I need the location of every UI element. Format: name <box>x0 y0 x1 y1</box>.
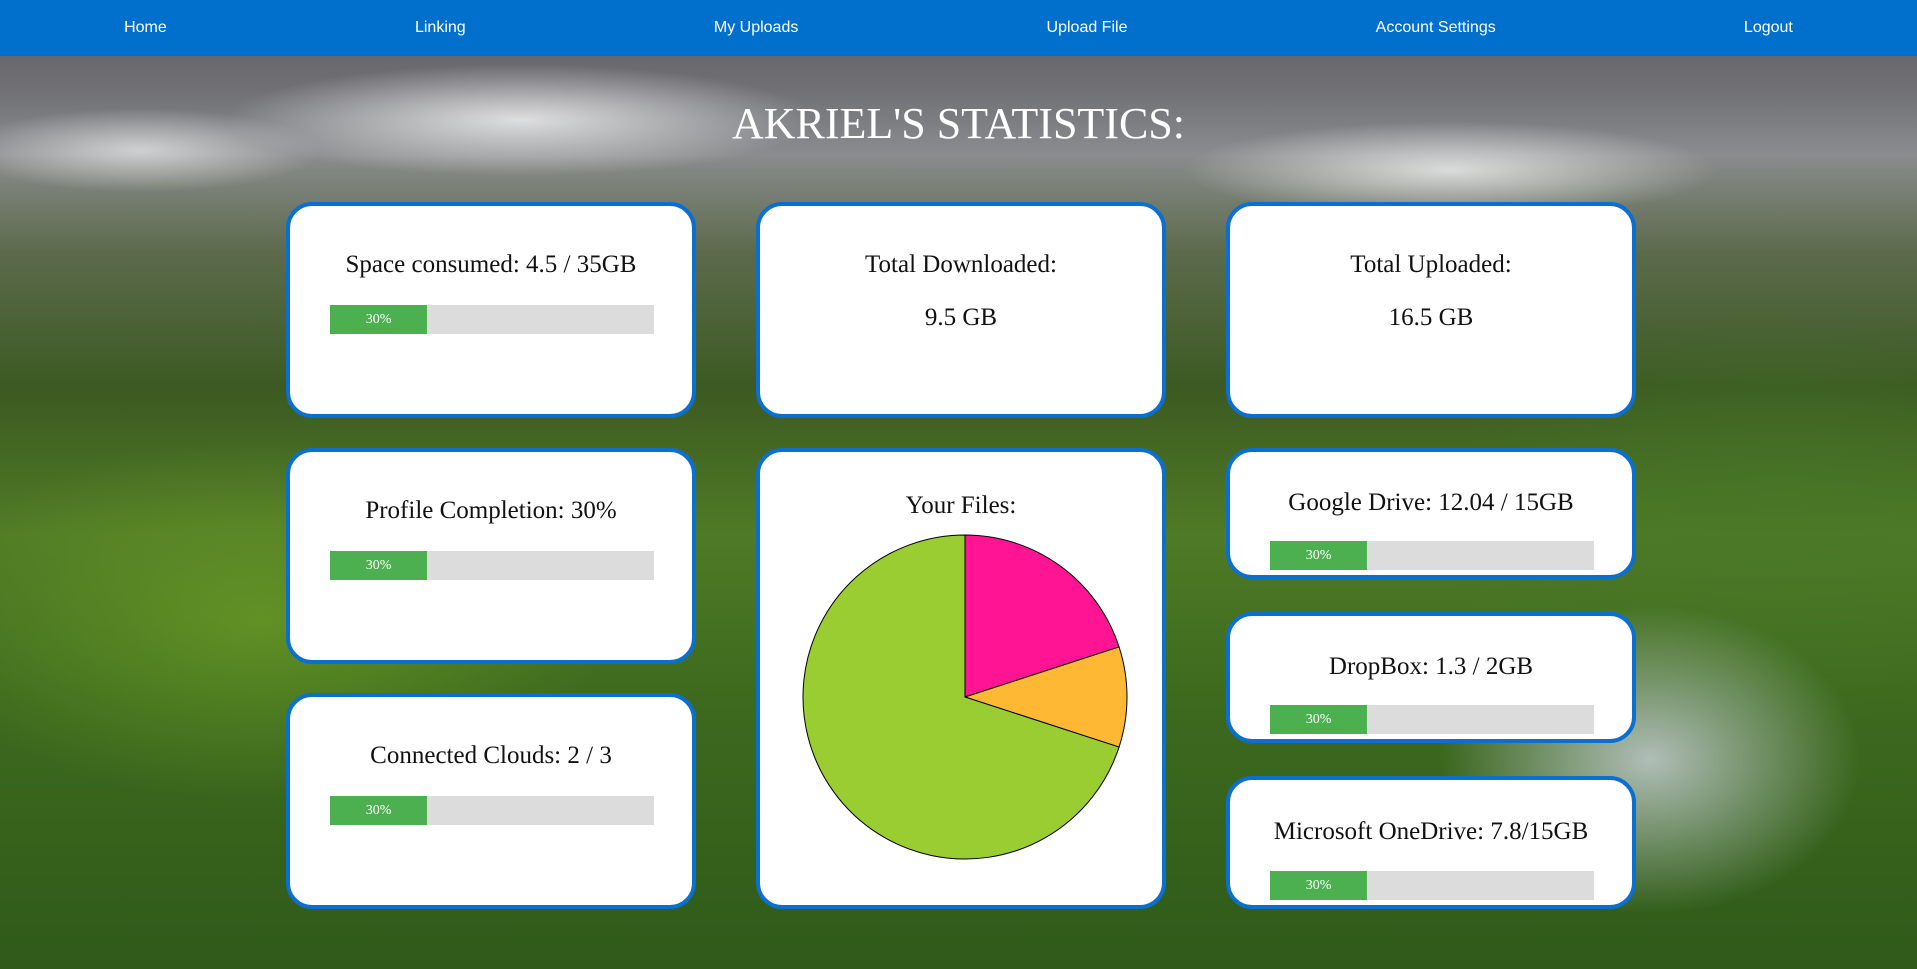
nav-home-link[interactable]: Home <box>124 19 167 37</box>
connected-clouds-progress-bar: 30% <box>330 796 654 825</box>
page-title: AKRIEL'S STATISTICS: <box>732 99 1185 148</box>
files-pie-chart <box>802 534 1128 860</box>
google-drive-label: Google Drive: 12.04 / 15GB <box>1288 489 1574 516</box>
connected-clouds-label: Connected Clouds: 2 / 3 <box>370 742 612 769</box>
google-drive-card: Google Drive: 12.04 / 15GB 30% <box>1226 448 1636 579</box>
total-uploaded-card: Total Uploaded: 16.5 GB <box>1226 202 1636 418</box>
profile-completion-progress-fill: 30% <box>330 551 428 580</box>
total-downloaded-value: 9.5 GB <box>924 304 998 331</box>
connected-clouds-progress-fill: 30% <box>330 796 428 825</box>
dropbox-progress-bar: 30% <box>1270 705 1594 734</box>
onedrive-progress-fill: 30% <box>1270 871 1368 900</box>
nav-logout-link[interactable]: Logout <box>1744 19 1793 37</box>
nav-account-settings-link[interactable]: Account Settings <box>1376 19 1496 37</box>
total-downloaded-label: Total Downloaded: <box>865 251 1057 278</box>
total-downloaded-card: Total Downloaded: 9.5 GB <box>756 202 1166 418</box>
profile-completion-card: Profile Completion: 30% 30% <box>286 448 696 664</box>
nav-upload-file-link[interactable]: Upload File <box>1047 19 1128 37</box>
your-files-card: Your Files: <box>756 448 1166 909</box>
your-files-title: Your Files: <box>905 492 1017 519</box>
profile-completion-label: Profile Completion: 30% <box>365 497 617 524</box>
dropbox-label: DropBox: 1.3 / 2GB <box>1328 653 1534 680</box>
connected-clouds-card: Connected Clouds: 2 / 3 30% <box>286 693 696 909</box>
space-consumed-label: Space consumed: 4.5 / 35GB <box>345 251 637 278</box>
onedrive-progress-bar: 30% <box>1270 871 1594 900</box>
total-uploaded-label: Total Uploaded: <box>1350 251 1512 278</box>
google-drive-progress-bar: 30% <box>1270 541 1594 570</box>
top-nav: Home Linking My Uploads Upload File Acco… <box>0 0 1917 56</box>
nav-my-uploads-link[interactable]: My Uploads <box>714 19 798 37</box>
nav-linking-link[interactable]: Linking <box>415 19 466 37</box>
profile-completion-progress-bar: 30% <box>330 551 654 580</box>
space-consumed-progress-bar: 30% <box>330 305 654 334</box>
total-uploaded-value: 16.5 GB <box>1388 304 1474 331</box>
space-consumed-card: Space consumed: 4.5 / 35GB 30% <box>286 202 696 418</box>
dropbox-progress-fill: 30% <box>1270 705 1368 734</box>
onedrive-card: Microsoft OneDrive: 7.8/15GB 30% <box>1226 776 1636 909</box>
onedrive-label: Microsoft OneDrive: 7.8/15GB <box>1273 818 1589 845</box>
google-drive-progress-fill: 30% <box>1270 541 1368 570</box>
dropbox-card: DropBox: 1.3 / 2GB 30% <box>1226 612 1636 743</box>
space-consumed-progress-fill: 30% <box>330 305 428 334</box>
